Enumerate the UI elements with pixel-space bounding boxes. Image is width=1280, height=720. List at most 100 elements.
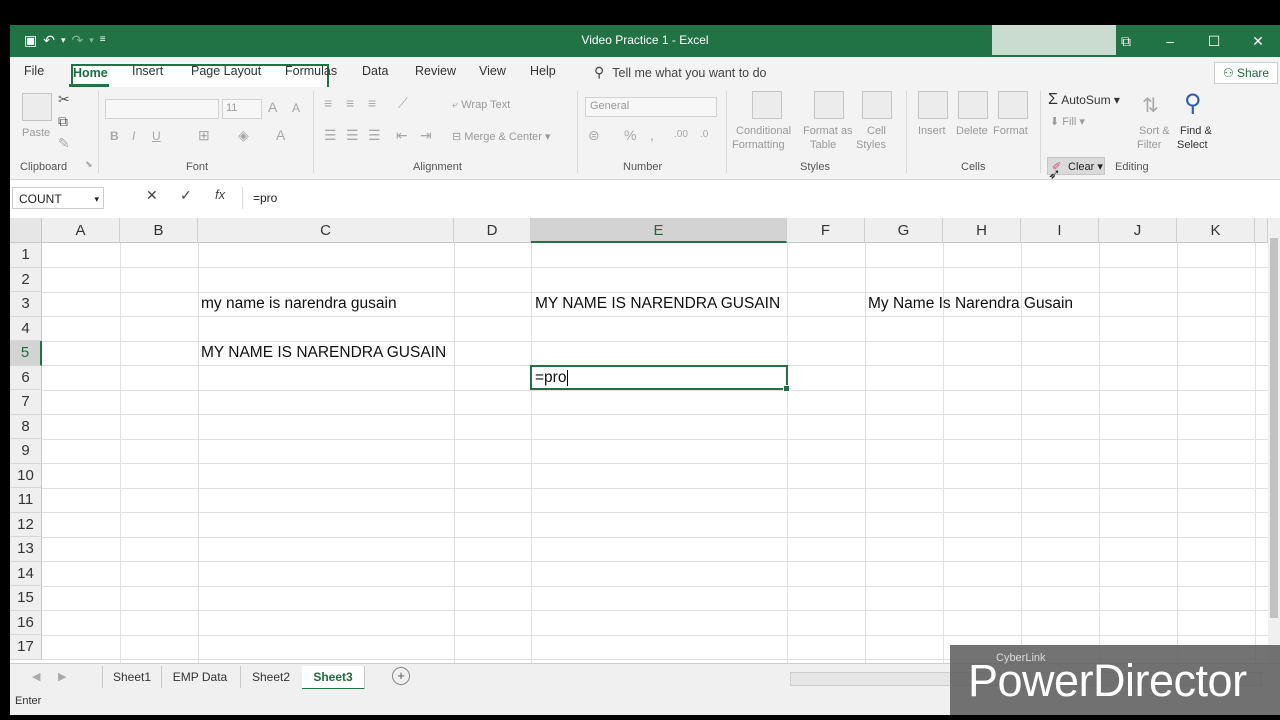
align-middle-icon[interactable]: ≡ xyxy=(346,95,354,111)
scroll-thumb[interactable] xyxy=(1270,238,1278,618)
row-header-15[interactable]: 15 xyxy=(10,586,42,611)
format-cells-label[interactable]: Format xyxy=(993,125,1028,137)
insert-function-icon[interactable]: fx xyxy=(215,187,225,202)
align-bottom-icon[interactable]: ≡ xyxy=(368,95,376,111)
select-all-corner[interactable] xyxy=(10,218,42,243)
column-header-k[interactable]: K xyxy=(1177,218,1255,243)
cell-styles-icon[interactable] xyxy=(862,91,892,119)
sort-filter-label-2[interactable]: Filter xyxy=(1137,139,1161,151)
borders-icon[interactable]: ⊞ xyxy=(198,127,210,144)
italic-icon[interactable]: I xyxy=(132,129,135,143)
magnifier-icon[interactable]: ⚲ xyxy=(1184,89,1202,118)
find-select-label-1[interactable]: Find & xyxy=(1180,125,1212,137)
tab-formulas[interactable]: Formulas xyxy=(285,64,337,78)
column-header-h[interactable]: H xyxy=(943,218,1021,243)
formula-input[interactable]: =pro xyxy=(242,187,1278,209)
row-header-2[interactable]: 2 xyxy=(10,267,42,292)
insert-cells-label[interactable]: Insert xyxy=(918,125,946,137)
column-header-g[interactable]: G xyxy=(865,218,943,243)
autosum-button[interactable]: Σ AutoSum ▾ xyxy=(1048,91,1120,109)
tab-view[interactable]: View xyxy=(479,64,506,78)
close-icon[interactable]: ✕ xyxy=(1236,25,1280,57)
conditional-formatting-label-2[interactable]: Formatting xyxy=(732,139,785,151)
fill-button[interactable]: ⬇ Fill ▾ xyxy=(1050,115,1085,128)
cut-icon[interactable]: ✂ xyxy=(58,91,70,108)
increase-indent-icon[interactable]: ⇥ xyxy=(420,127,432,144)
cell-styles-label-1[interactable]: Cell xyxy=(867,125,886,137)
format-as-table-label-2[interactable]: Table xyxy=(810,139,836,151)
delete-cells-label[interactable]: Delete xyxy=(956,125,988,137)
column-header-c[interactable]: C xyxy=(198,218,454,243)
wrap-text-button[interactable]: ⤶ Wrap Text xyxy=(452,99,510,112)
sheet-tab-sheet1[interactable]: Sheet1 xyxy=(102,666,162,688)
align-top-icon[interactable]: ≡ xyxy=(324,95,332,111)
sheet-tab-emp-data[interactable]: EMP Data xyxy=(160,666,241,688)
fill-color-icon[interactable]: ◈ xyxy=(238,127,249,144)
column-header-d[interactable]: D xyxy=(454,218,531,243)
active-cell-e5[interactable]: =pro xyxy=(530,365,790,392)
column-header-j[interactable]: J xyxy=(1099,218,1177,243)
paste-label[interactable]: Paste xyxy=(22,127,50,139)
orientation-icon[interactable]: ⟋ xyxy=(398,95,408,112)
column-header-a[interactable]: A xyxy=(42,218,120,243)
tell-me-search[interactable]: ⚲ Tell me what you want to do xyxy=(594,64,767,81)
name-box[interactable]: COUNT ▾ xyxy=(12,187,104,209)
tab-help[interactable]: Help xyxy=(530,64,556,78)
increase-decimal-icon[interactable]: .00 xyxy=(674,129,688,140)
format-cells-icon[interactable] xyxy=(998,91,1028,119)
row-header-3[interactable]: 3 xyxy=(10,292,42,317)
cancel-entry-icon[interactable]: ✕ xyxy=(146,187,158,204)
row-header-10[interactable]: 10 xyxy=(10,463,42,488)
tab-insert[interactable]: Insert xyxy=(132,64,163,78)
fill-handle[interactable] xyxy=(783,385,790,392)
increase-font-icon[interactable]: A xyxy=(268,99,277,115)
row-header-16[interactable]: 16 xyxy=(10,610,42,635)
row-header-14[interactable]: 14 xyxy=(10,561,42,586)
column-header-f[interactable]: F xyxy=(787,218,865,243)
maximize-icon[interactable]: ☐ xyxy=(1192,25,1236,57)
sort-filter-icon[interactable]: ⇅ xyxy=(1142,93,1159,118)
conditional-formatting-label-1[interactable]: Conditional xyxy=(736,125,791,137)
cell-c3[interactable]: my name is narendra gusain xyxy=(201,292,397,316)
ribbon-display-icon[interactable]: ⧉ xyxy=(1104,25,1148,57)
underline-icon[interactable]: U xyxy=(152,129,161,143)
scroll-left-icon[interactable]: ◀ xyxy=(32,670,40,683)
decrease-decimal-icon[interactable]: .0 xyxy=(700,129,708,140)
paste-icon[interactable] xyxy=(22,93,52,121)
confirm-entry-icon[interactable]: ✓ xyxy=(180,187,192,204)
align-left-icon[interactable]: ☰ xyxy=(324,127,337,144)
sheet-tab-sheet3[interactable]: Sheet3 xyxy=(302,666,365,691)
column-header-i[interactable]: I xyxy=(1021,218,1099,243)
column-header-e[interactable]: E xyxy=(531,218,787,243)
bold-icon[interactable]: B xyxy=(110,129,119,143)
decrease-indent-icon[interactable]: ⇤ xyxy=(396,127,408,144)
tab-review[interactable]: Review xyxy=(415,64,456,78)
minimize-icon[interactable]: – xyxy=(1148,25,1192,57)
tab-page-layout[interactable]: Page Layout xyxy=(191,64,261,78)
row-header-13[interactable]: 13 xyxy=(10,537,42,562)
row-header-9[interactable]: 9 xyxy=(10,439,42,464)
format-as-table-label-1[interactable]: Format as xyxy=(803,125,853,137)
sort-filter-label-1[interactable]: Sort & xyxy=(1139,125,1170,137)
delete-cells-icon[interactable] xyxy=(958,91,988,119)
row-header-8[interactable]: 8 xyxy=(10,414,42,439)
column-header-partial[interactable] xyxy=(1255,218,1268,243)
font-name-box[interactable] xyxy=(105,99,219,119)
font-color-icon[interactable]: A xyxy=(276,127,285,143)
row-header-7[interactable]: 7 xyxy=(10,390,42,415)
decrease-font-icon[interactable]: A xyxy=(292,101,300,115)
row-header-11[interactable]: 11 xyxy=(10,488,42,513)
cell-c5[interactable]: MY NAME IS NARENDRA GUSAIN xyxy=(201,341,446,365)
scroll-right-icon[interactable]: ▶ xyxy=(58,670,66,683)
conditional-formatting-icon[interactable] xyxy=(752,91,782,119)
number-format-box[interactable]: General xyxy=(585,97,717,117)
align-right-icon[interactable]: ☰ xyxy=(368,127,381,144)
merge-center-button[interactable]: ⊟ Merge & Center ▾ xyxy=(452,130,551,143)
tab-data[interactable]: Data xyxy=(362,64,388,78)
percent-icon[interactable]: % xyxy=(624,127,636,143)
font-size-box[interactable]: 11 xyxy=(222,99,262,119)
copy-icon[interactable]: ⧉ xyxy=(58,113,68,130)
row-header-5[interactable]: 5 xyxy=(10,341,42,366)
share-button[interactable]: ⚇ Share xyxy=(1214,62,1278,84)
cell-e3[interactable]: MY NAME IS NARENDRA GUSAIN xyxy=(535,292,780,316)
